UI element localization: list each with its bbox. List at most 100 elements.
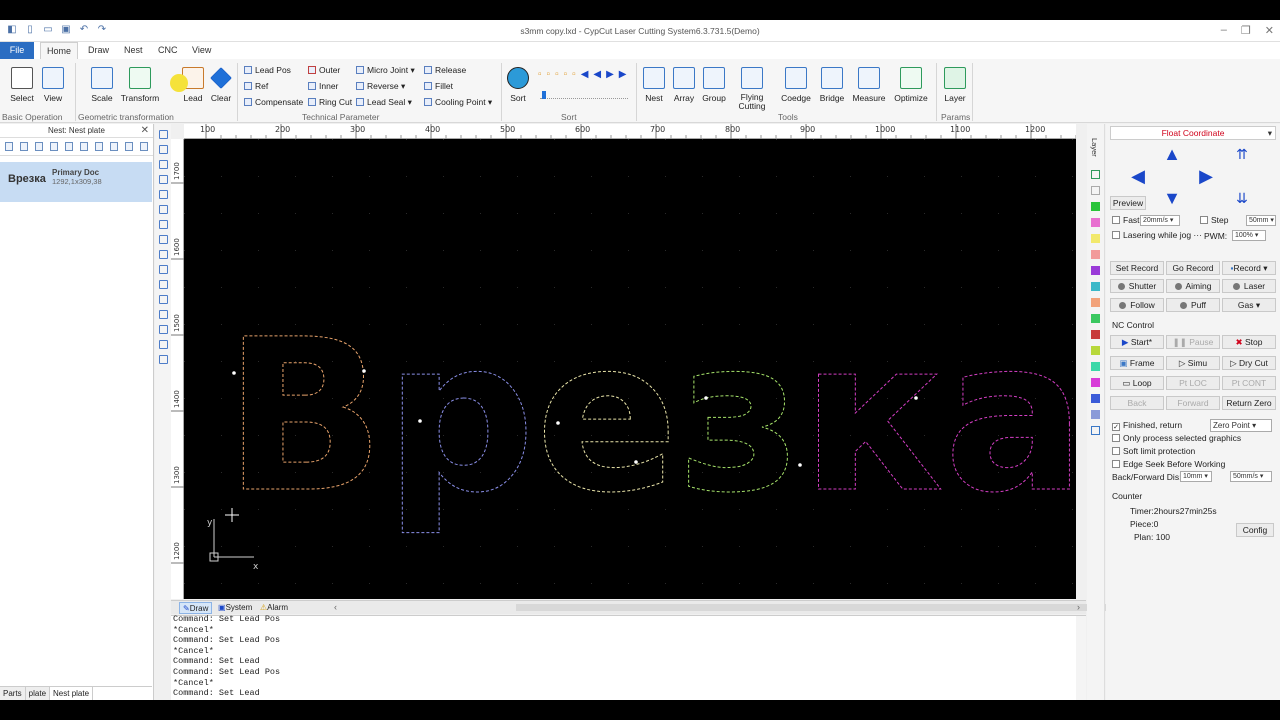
nest-button[interactable]: Nest <box>642 67 666 103</box>
drawing-canvas[interactable]: Врезка x y <box>184 139 1087 599</box>
tab-nest[interactable]: Nest <box>118 42 149 59</box>
delete-icon[interactable] <box>65 142 73 151</box>
z-up-icon[interactable]: ⇈ <box>1232 144 1252 164</box>
layer-swatch[interactable] <box>1091 330 1100 339</box>
array-button[interactable]: Array <box>671 67 697 103</box>
tab-home[interactable]: Home <box>40 42 79 59</box>
tab-cnc[interactable]: CNC <box>152 42 184 59</box>
loop-button[interactable]: ▭ Loop <box>1110 376 1164 390</box>
panel-tool-icon[interactable] <box>20 142 28 151</box>
jog-left-icon[interactable]: ◀ <box>1128 166 1148 186</box>
edge-seek-checkbox[interactable]: Edge Seek Before Working <box>1112 459 1225 469</box>
tab-draw[interactable]: Draw <box>82 42 115 59</box>
finished-return-checkbox[interactable]: ✓ Finished, return <box>1112 420 1182 431</box>
panel-tool-icon[interactable] <box>140 142 148 151</box>
pan-icon[interactable] <box>158 160 168 169</box>
sort-slider[interactable] <box>540 91 628 99</box>
panel-tool-icon[interactable] <box>50 142 58 151</box>
group-button[interactable]: Group <box>701 67 727 103</box>
list-item[interactable]: Врезка Primary Doc 1292,1x309,38 <box>0 162 152 202</box>
scroll-left-icon[interactable]: ‹ <box>334 602 337 612</box>
arc-icon[interactable] <box>158 265 168 274</box>
frame-button[interactable]: ▣ Frame <box>1110 356 1164 370</box>
back-forward-speed-select[interactable]: 50mm/s ▾ <box>1230 471 1272 482</box>
pwm-select[interactable]: 100% ▾ <box>1232 230 1266 241</box>
layer-swatch[interactable] <box>1091 346 1100 355</box>
panel-tool-icon[interactable] <box>5 142 13 151</box>
select-button[interactable]: Select <box>8 67 36 103</box>
micro-joint-button[interactable]: Micro Joint ▾ <box>356 65 415 76</box>
start-button[interactable]: ▶ Start* <box>1110 335 1164 349</box>
ref-button[interactable]: Ref <box>244 81 268 91</box>
coedge-button[interactable]: Coedge <box>780 67 812 103</box>
layer-swatch[interactable] <box>1091 394 1100 403</box>
jog-up-icon[interactable]: ▲ <box>1162 144 1182 164</box>
flying-cutting-button[interactable]: Flying Cutting <box>734 67 770 111</box>
measure-button[interactable]: Measure <box>851 67 887 103</box>
polyline-icon[interactable] <box>158 235 168 244</box>
measure-icon[interactable] <box>158 340 168 349</box>
panel-tool-icon[interactable] <box>80 142 88 151</box>
simu-button[interactable]: ▷ Simu <box>1166 356 1220 370</box>
layer-swatch[interactable] <box>1091 266 1100 275</box>
gas-dropdown[interactable]: Gas ▾ <box>1222 298 1276 312</box>
pt-cont-button[interactable]: Pt CONT <box>1222 376 1276 390</box>
close-icon[interactable]: ✕ <box>1265 24 1274 37</box>
tab-nest-plate[interactable]: Nest plate <box>50 687 94 700</box>
view-button[interactable]: View <box>40 67 66 103</box>
tab-parts[interactable]: Parts <box>0 687 26 700</box>
panel-tool-icon[interactable] <box>110 142 118 151</box>
compensate-button[interactable]: Compensate <box>244 97 303 107</box>
fast-speed-select[interactable]: 20mm/s ▾ <box>1140 215 1180 226</box>
only-process-selected-checkbox[interactable]: Only process selected graphics <box>1112 433 1241 443</box>
circle-icon[interactable] <box>158 250 168 259</box>
puff-button[interactable]: Puff <box>1166 298 1220 312</box>
layer-swatch[interactable] <box>1091 362 1100 371</box>
layer-swatch[interactable] <box>1091 378 1100 387</box>
restore-icon[interactable]: ❐ <box>1241 24 1251 37</box>
layer-swatch[interactable] <box>1091 410 1100 419</box>
command-log-scrollbar[interactable] <box>1076 616 1086 701</box>
layer-swatch[interactable] <box>1091 202 1100 211</box>
back-forward-dis-select[interactable]: 10mm ▾ <box>1180 471 1212 482</box>
panel-tool-icon[interactable] <box>95 142 103 151</box>
bridge-button[interactable]: Bridge <box>817 67 847 103</box>
laser-button[interactable]: Laser <box>1222 279 1276 293</box>
letter-2[interactable]: р <box>384 294 536 540</box>
scale-button[interactable]: Scale <box>88 67 116 103</box>
preview-button[interactable]: Preview <box>1110 196 1146 210</box>
rectangle-icon[interactable] <box>158 280 168 289</box>
close-icon[interactable]: ✕ <box>141 124 149 138</box>
lasering-while-jog-checkbox[interactable]: Lasering while jog ··· <box>1112 230 1202 240</box>
letter-1[interactable]: В <box>224 294 386 540</box>
jog-right-icon[interactable]: ▶ <box>1196 166 1216 186</box>
more-icon[interactable]: ··· <box>1193 230 1202 240</box>
letter-5[interactable]: ка <box>800 294 1086 540</box>
marker-icon[interactable] <box>158 355 168 364</box>
layer-swatch[interactable] <box>1091 234 1100 243</box>
layer-swatch[interactable] <box>1091 314 1100 323</box>
layer-swatch[interactable] <box>1091 298 1100 307</box>
tab-view[interactable]: View <box>186 42 217 59</box>
pointer-icon[interactable] <box>158 130 168 139</box>
text-icon[interactable] <box>158 310 168 319</box>
ring-cut-button[interactable]: Ring Cut <box>308 97 352 107</box>
node-edit-icon[interactable] <box>158 145 168 154</box>
return-zero-button[interactable]: Return Zero <box>1222 396 1276 410</box>
canvas-drawing[interactable]: Врезка x y <box>184 139 1087 599</box>
back-button[interactable]: Back <box>1110 396 1164 410</box>
transform-button[interactable]: Transform <box>120 67 160 103</box>
outer-button[interactable]: Outer <box>308 65 340 75</box>
follow-button[interactable]: Follow <box>1110 298 1164 312</box>
fast-checkbox[interactable]: Fast <box>1112 215 1140 225</box>
step-checkbox[interactable]: Step <box>1200 215 1229 225</box>
sort-slider-thumb[interactable] <box>542 91 546 99</box>
dry-cut-button[interactable]: ▷ Dry Cut <box>1222 356 1276 370</box>
tab-draw-output[interactable]: ✎Draw <box>179 602 213 614</box>
command-log[interactable]: Command: Set Lead Pos *Cancel* Command: … <box>171 614 1086 701</box>
float-coordinate-dropdown[interactable]: Float Coordinate ▾ <box>1110 126 1276 140</box>
panel-tool-icon[interactable] <box>35 142 43 151</box>
layer-swatch[interactable] <box>1091 186 1100 195</box>
stop-button[interactable]: ✖ Stop <box>1222 335 1276 349</box>
reverse-button[interactable]: Reverse ▾ <box>356 81 405 92</box>
